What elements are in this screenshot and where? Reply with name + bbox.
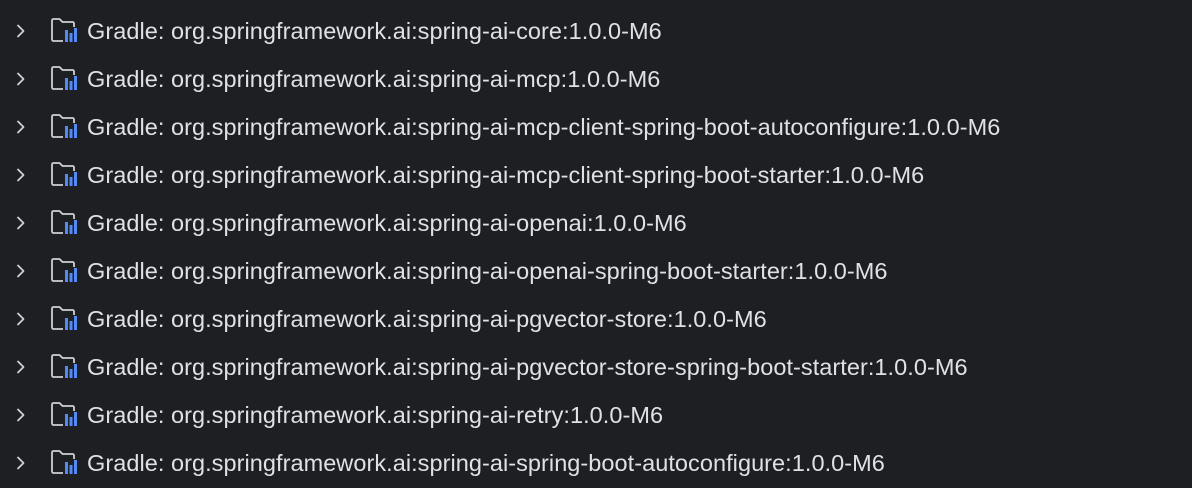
library-label: Gradle: org.springframework.ai:spring-ai…: [87, 18, 662, 44]
tree-row[interactable]: Gradle: org.springframework.ai:spring-ai…: [0, 343, 1192, 391]
library-label: Gradle: org.springframework.ai:spring-ai…: [87, 402, 664, 428]
library-folder-icon: [50, 161, 80, 189]
library-folder-icon: [50, 17, 80, 45]
chevron-right-icon[interactable]: [11, 453, 31, 473]
tree-row[interactable]: Gradle: org.springframework.ai:spring-ai…: [0, 151, 1192, 199]
library-folder-icon: [50, 65, 80, 93]
tree-row[interactable]: Gradle: org.springframework.ai:spring-ai…: [0, 247, 1192, 295]
library-folder-icon: [50, 305, 80, 333]
library-label: Gradle: org.springframework.ai:spring-ai…: [87, 114, 1001, 140]
library-folder-icon: [50, 257, 80, 285]
library-folder-icon: [50, 209, 80, 237]
library-folder-icon: [50, 449, 80, 477]
chevron-right-icon[interactable]: [11, 309, 31, 329]
chevron-right-icon[interactable]: [11, 357, 31, 377]
tree-row[interactable]: Gradle: org.springframework.ai:spring-ai…: [0, 391, 1192, 439]
tree-row[interactable]: Gradle: org.springframework.ai:spring-ai…: [0, 103, 1192, 151]
library-label: Gradle: org.springframework.ai:spring-ai…: [87, 66, 661, 92]
library-folder-icon: [50, 401, 80, 429]
tree-row[interactable]: Gradle: org.springframework.ai:spring-ai…: [0, 199, 1192, 247]
tree-row[interactable]: Gradle: org.springframework.ai:spring-ai…: [0, 7, 1192, 55]
chevron-right-icon[interactable]: [11, 69, 31, 89]
tree-row[interactable]: Gradle: org.springframework.ai:spring-ai…: [0, 55, 1192, 103]
library-folder-icon: [50, 113, 80, 141]
library-label: Gradle: org.springframework.ai:spring-ai…: [87, 306, 767, 332]
chevron-right-icon[interactable]: [11, 405, 31, 425]
library-label: Gradle: org.springframework.ai:spring-ai…: [87, 354, 968, 380]
library-folder-icon: [50, 353, 80, 381]
library-tree: Gradle: org.springframework.ai:spring-ai…: [0, 0, 1192, 488]
library-label: Gradle: org.springframework.ai:spring-ai…: [87, 162, 925, 188]
chevron-right-icon[interactable]: [11, 21, 31, 41]
tree-row[interactable]: Gradle: org.springframework.ai:spring-ai…: [0, 295, 1192, 343]
library-label: Gradle: org.springframework.ai:spring-ai…: [87, 450, 885, 476]
tree-row[interactable]: Gradle: org.springframework.ai:spring-ai…: [0, 439, 1192, 487]
library-label: Gradle: org.springframework.ai:spring-ai…: [87, 258, 888, 284]
chevron-right-icon[interactable]: [11, 117, 31, 137]
chevron-right-icon[interactable]: [11, 165, 31, 185]
chevron-right-icon[interactable]: [11, 213, 31, 233]
chevron-right-icon[interactable]: [11, 261, 31, 281]
library-label: Gradle: org.springframework.ai:spring-ai…: [87, 210, 687, 236]
